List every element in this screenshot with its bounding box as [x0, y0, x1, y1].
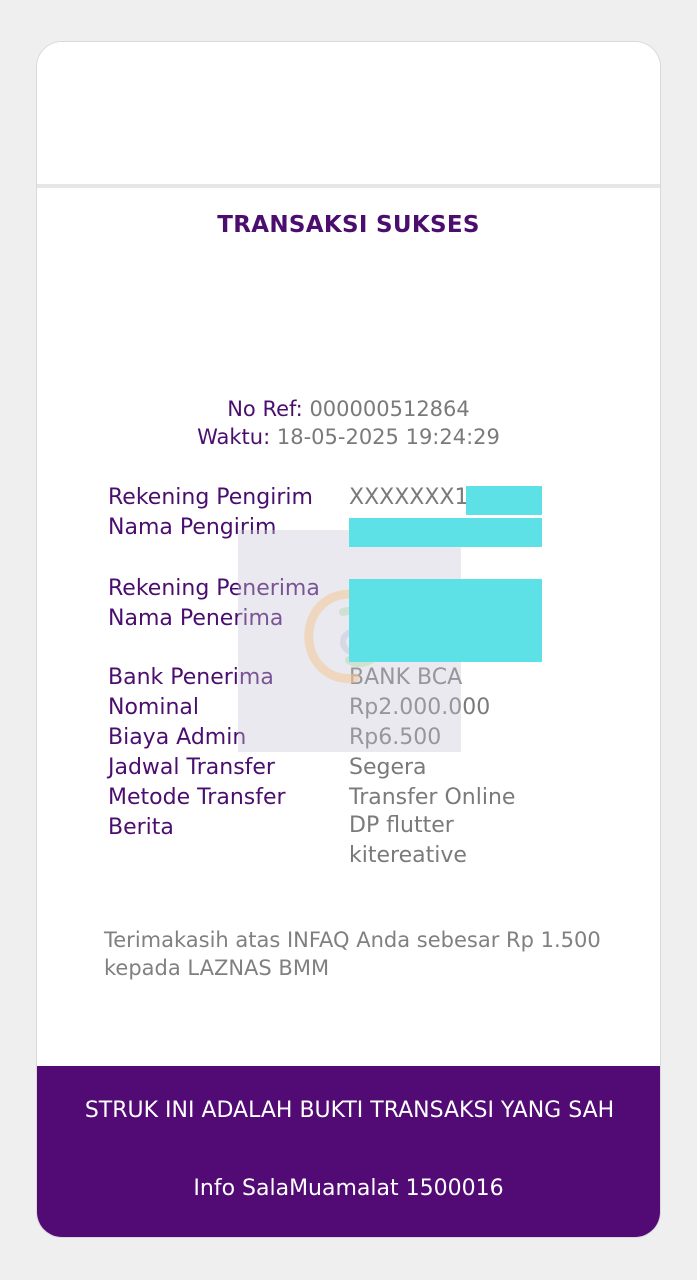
- receipt-header: [37, 42, 660, 184]
- time-label: Waktu:: [197, 425, 271, 449]
- redaction-mask: [349, 518, 542, 547]
- header-divider: [37, 184, 660, 188]
- redaction-mask: [349, 579, 542, 662]
- time-value: 18-05-2025 19:24:29: [276, 425, 500, 449]
- footer-statement: STRUK INI ADALAH BUKTI TRANSAKSI YANG SA…: [84, 1098, 615, 1123]
- infaq-thanks-note: Terimakasih atas INFAQ Anda sebesar Rp 1…: [104, 928, 601, 980]
- receipt-card: TRANSAKSI SUKSES No Ref: 000000512864 Wa…: [36, 41, 661, 1238]
- transaction-status-title: TRANSAKSI SUKSES: [217, 212, 480, 238]
- message-label: Berita: [108, 815, 174, 840]
- sender-account-value: XXXXXXX1: [349, 485, 469, 510]
- message-value: DP flutter kitereative: [349, 813, 467, 868]
- transaction-time: Waktu: 18-05-2025 19:24:29: [37, 425, 660, 449]
- method-label: Metode Transfer: [108, 785, 286, 810]
- ref-label: No Ref:: [227, 397, 303, 421]
- admin-fee-label: Biaya Admin: [108, 725, 247, 750]
- ref-value: 000000512864: [309, 397, 470, 421]
- footer-info: Info SalaMuamalat 1500016: [193, 1176, 504, 1201]
- schedule-value: Segera: [349, 755, 427, 780]
- receipt-footer: STRUK INI ADALAH BUKTI TRANSAKSI YANG SA…: [37, 1066, 660, 1237]
- schedule-label: Jadwal Transfer: [108, 755, 275, 780]
- method-value: Transfer Online: [349, 785, 516, 810]
- reference-number: No Ref: 000000512864: [37, 397, 660, 421]
- sender-account-label: Rekening Pengirim: [108, 485, 313, 510]
- redaction-mask: [466, 486, 542, 515]
- nominal-label: Nominal: [108, 695, 199, 720]
